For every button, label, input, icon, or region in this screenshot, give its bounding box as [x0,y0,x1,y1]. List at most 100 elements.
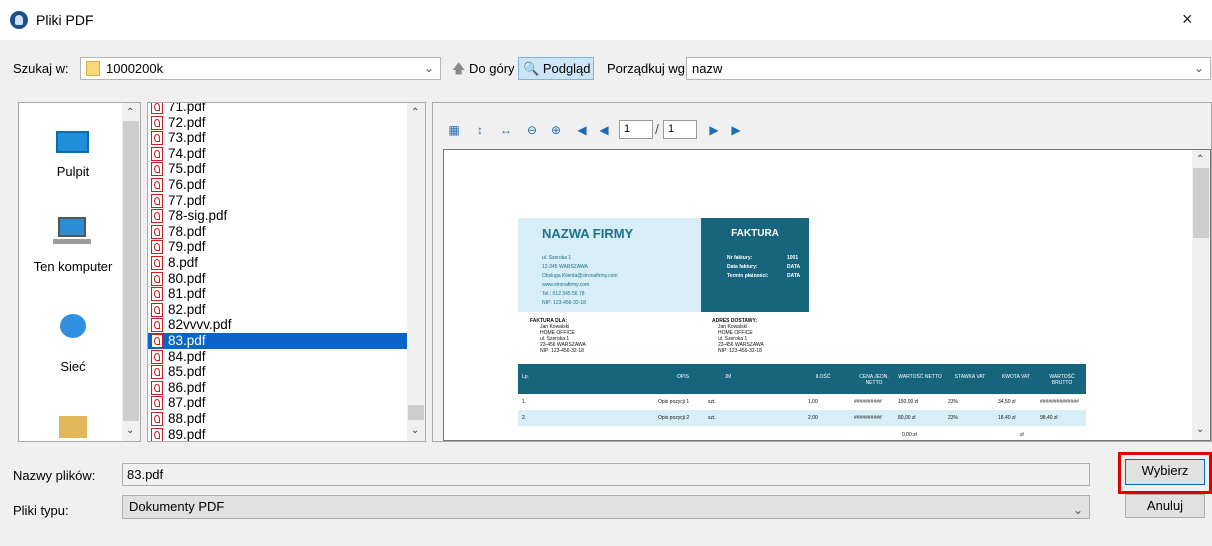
file-item[interactable]: 88.pdf [148,411,408,427]
scroll-up-icon[interactable]: ⌃ [126,107,134,118]
places-scroll-thumb[interactable] [123,121,139,421]
places-scrollbar[interactable]: ⌃ ⌄ [122,103,140,441]
file-item[interactable]: 83.pdf [148,333,408,349]
file-item[interactable]: 72.pdf [148,115,408,131]
page-number-input[interactable]: 1 [619,120,653,139]
filename-input[interactable]: 83.pdf [122,463,1090,486]
fit-height-icon[interactable]: ↕ [473,123,487,137]
table-cell: ########## [854,415,882,421]
file-item[interactable]: 78.pdf [148,224,408,240]
file-item[interactable]: 75.pdf [148,161,408,177]
table-cell: 2. [522,415,527,421]
zoom-out-icon[interactable]: ⊖ [525,123,539,137]
place-computer[interactable]: Ten komputer [23,259,123,274]
file-name: 78-sig.pdf [168,208,228,224]
invoice-table-header: Lp. OPIS JM ILOŚĆ CENA JEDN. NETTO WARTOŚĆ NE… [518,364,1086,394]
scroll-up-icon[interactable]: ⌃ [411,107,419,118]
file-item[interactable]: 82vvvv.pdf [148,317,408,333]
file-item[interactable]: 79.pdf [148,239,408,255]
file-item[interactable]: 86.pdf [148,380,408,396]
up-label: Do góry [469,61,515,76]
computer-base [53,239,91,244]
pdf-file-icon [151,349,163,364]
file-item[interactable]: 8.pdf [148,255,408,271]
page-total: 1 [663,120,697,139]
file-item[interactable]: 77.pdf [148,193,408,209]
partial-vat-total: zł [1020,432,1024,438]
file-item[interactable]: 74.pdf [148,146,408,162]
pdf-file-icon [151,178,163,192]
zoom-in-icon[interactable]: ⊕ [549,123,563,137]
file-item[interactable]: 73.pdf [148,130,408,146]
file-name: 82.pdf [168,301,206,317]
scroll-up-icon[interactable]: ⌃ [1196,154,1204,165]
file-item[interactable]: 71.pdf [148,102,408,115]
company-address: ul. Szeroka 1 12-345 WARSZAWA Obsluga Klie… [542,254,618,308]
scroll-down-icon[interactable]: ⌄ [1196,424,1204,435]
select-button[interactable]: Wybierz [1125,459,1205,485]
file-item[interactable]: 89.pdf [148,427,408,441]
pdf-file-icon [151,162,163,177]
meta-label: Nr faktury: [727,255,753,261]
file-item[interactable]: 84.pdf [148,349,408,365]
pdf-file-icon [151,271,163,286]
doc-scroll-thumb[interactable] [1193,168,1209,238]
desktop-icon [56,131,89,153]
place-desktop[interactable]: Pulpit [23,164,123,179]
file-name: 71.pdf [168,102,206,114]
files-scrollbar[interactable]: ⌃ ⌄ [407,103,425,441]
place-network[interactable]: Sieć [23,359,123,374]
file-name: 84.pdf [168,348,206,364]
table-cell: 23% [948,415,959,421]
table-cell: 18,40 zł [998,415,1016,421]
computer-icon [58,217,86,237]
doc-scrollbar[interactable]: ⌃ ⌄ [1192,150,1210,440]
address-line: www.stronafirmy.com [542,282,590,288]
file-item[interactable]: 76.pdf [148,177,408,193]
pdf-file-icon [151,240,163,255]
file-name: 87.pdf [168,395,206,411]
document-view: ⌃ ⌄ NAZWA FIRMY ul. Szeroka 1 12-345 WARS… [443,149,1211,441]
file-name: 77.pdf [168,192,206,208]
table-cell: szt. [708,399,716,405]
fit-width-icon[interactable]: ↔ [499,123,513,137]
file-item[interactable]: 82.pdf [148,302,408,318]
scroll-down-icon[interactable]: ⌄ [411,425,419,436]
ship-to: ADRES DOSTAWY: Jan Kowalski HOME OFFICE ul… [712,318,764,354]
file-item[interactable]: 78-sig.pdf [148,208,408,224]
filetype-select[interactable]: Dokumenty PDF ⌄ [122,495,1090,519]
file-list: 71.pdf 72.pdf 73.pdf 74.pdf 75.pdf 76.pdf 77.p… [147,102,426,442]
table-header-cell: WARTOŚĆ BRUTTO [1049,374,1075,386]
sort-combo[interactable]: nazw ⌄ [686,57,1211,80]
pdf-file-icon [151,115,163,130]
file-item[interactable]: 81.pdf [148,286,408,302]
file-item[interactable]: 87.pdf [148,395,408,411]
next-page-icon[interactable]: ▶ [707,123,721,137]
files-scroll-thumb[interactable] [408,405,424,420]
app-icon [10,11,28,29]
table-cell: ########## [854,399,882,405]
first-page-icon[interactable]: ◀ [575,123,589,137]
scroll-down-icon[interactable]: ⌄ [126,425,134,436]
cancel-button[interactable]: Anuluj [1125,494,1205,518]
invoice-title: FAKTURA [731,228,779,239]
table-cell: Opis pozycji 2 [658,415,690,421]
preview-toggle[interactable]: 🔍 Podgląd [518,57,594,80]
places-panel: Pulpit Ten komputer Sieć ⌃ ⌄ [18,102,141,442]
invoice-meta-labels: Nr faktury: Data faktury: Termin płatności… [727,254,768,281]
user-folder-icon[interactable] [59,416,87,438]
folder-combo[interactable]: 1000200k ⌄ [80,57,441,80]
close-icon[interactable]: × [1182,9,1193,30]
filetype-value: Dokumenty PDF [129,499,225,514]
table-cell: 1,00 [808,399,818,405]
prev-page-icon[interactable]: ◀ [597,123,611,137]
pdf-file-icon [151,396,163,411]
file-name: 8.pdf [168,255,199,270]
file-item[interactable]: 80.pdf [148,271,408,287]
table-header-cell: CENA JEDN. NETTO [859,374,889,386]
fit-page-icon[interactable]: ▦ [447,123,461,137]
last-page-icon[interactable]: ▶ [729,123,743,137]
file-item[interactable]: 85.pdf [148,364,408,380]
bill-to-lines: Jan Kowalski HOME OFFICE ul. Szeroka 1 23-4… [530,324,586,354]
up-button[interactable]: 🡅 Do góry [452,57,515,81]
